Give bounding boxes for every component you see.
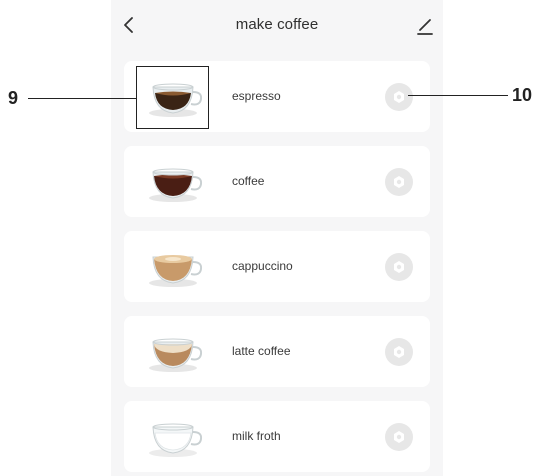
- callout-line-right: [408, 95, 508, 96]
- callout-number-left: 9: [8, 88, 19, 108]
- milk-froth-cup-icon: [149, 423, 203, 457]
- cappuccino-cup-icon: [149, 255, 203, 287]
- gear-icon: [394, 176, 404, 188]
- latte-cup-icon: [149, 338, 203, 372]
- drink-label: coffee: [232, 174, 265, 188]
- drink-card-latte-coffee[interactable]: latte coffee: [124, 316, 430, 387]
- settings-button[interactable]: [385, 423, 413, 451]
- drink-card-cappuccino[interactable]: cappuccino: [124, 231, 430, 302]
- drink-label: cappuccino: [232, 259, 293, 273]
- drink-card-milk-froth[interactable]: milk froth: [124, 401, 430, 472]
- gear-icon: [394, 431, 404, 443]
- settings-button[interactable]: [385, 253, 413, 281]
- gear-icon: [394, 91, 404, 103]
- drink-card-coffee[interactable]: coffee: [124, 146, 430, 217]
- settings-button[interactable]: [385, 168, 413, 196]
- gear-icon: [394, 346, 404, 358]
- callout-highlight-box: [136, 66, 209, 129]
- drink-label: espresso: [232, 89, 281, 103]
- callout-line-left: [28, 98, 136, 99]
- drink-label: latte coffee: [232, 344, 291, 358]
- coffee-cup-icon: [149, 168, 203, 202]
- callout-number-right: 10: [512, 85, 533, 105]
- settings-button[interactable]: [385, 338, 413, 366]
- gear-icon: [394, 261, 404, 273]
- page-title: make coffee: [235, 16, 319, 33]
- pencil-icon[interactable]: [413, 14, 437, 38]
- settings-button[interactable]: [385, 83, 413, 111]
- drink-label: milk froth: [232, 429, 281, 443]
- header: make coffee: [111, 0, 443, 52]
